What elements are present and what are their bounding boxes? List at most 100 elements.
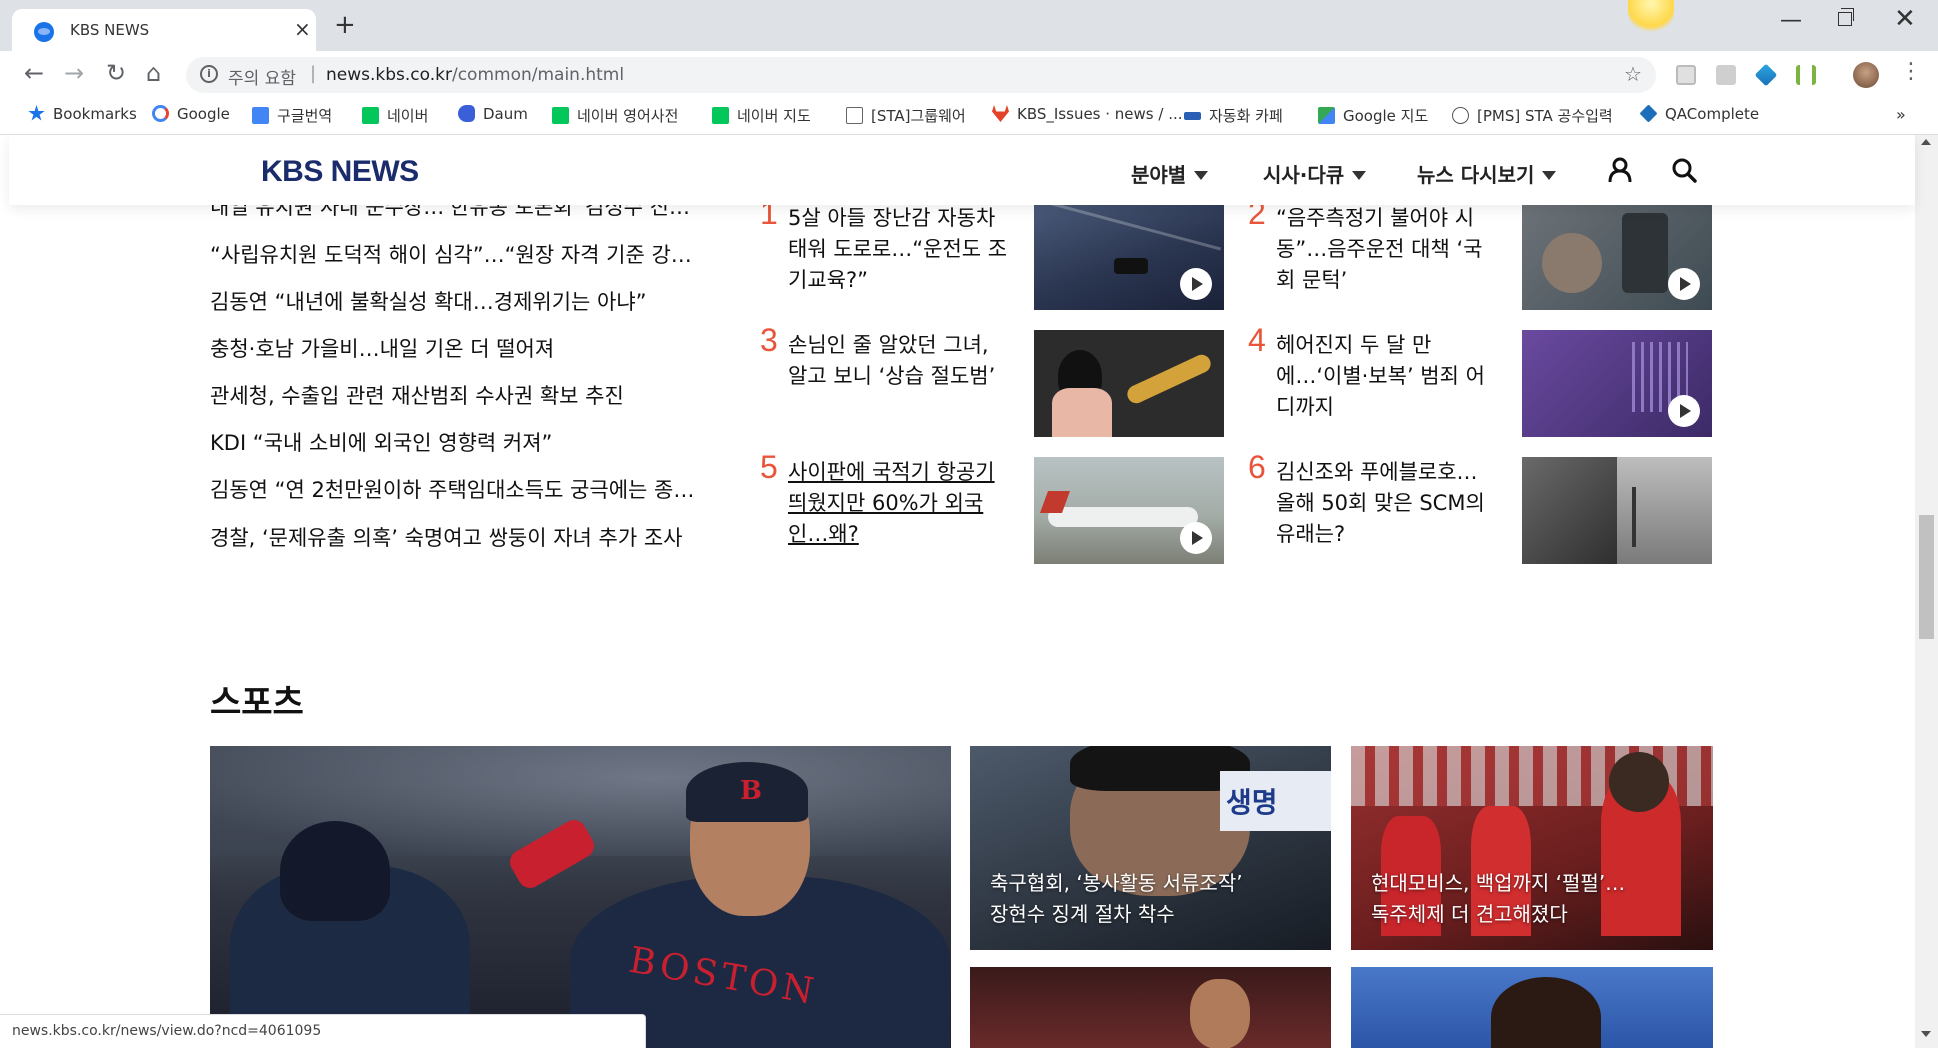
ranked-headline[interactable]: 김신조와 푸에블로호… 올해 50회 맞은 SCM의 유래는? xyxy=(1276,457,1496,550)
bookmark-item[interactable]: [STA]그룹웨어 xyxy=(846,105,966,126)
page-scrollbar[interactable] xyxy=(1915,135,1938,1048)
headline-item[interactable]: “사립유치원 도덕적 해이 심각”…“원장 자격 기준 강… xyxy=(210,239,710,269)
scroll-up-arrow-icon[interactable] xyxy=(1921,139,1931,145)
nav-news-replay[interactable]: 뉴스 다시보기 xyxy=(1417,159,1557,188)
play-icon[interactable] xyxy=(1180,268,1212,300)
ranked-thumbnail[interactable] xyxy=(1034,457,1224,564)
cafe-icon xyxy=(1184,112,1201,120)
gitlab-icon xyxy=(992,105,1009,122)
nav-category[interactable]: 분야별 xyxy=(1131,159,1209,188)
bookmarks-overflow-button[interactable]: » xyxy=(1896,105,1906,124)
headline-item[interactable]: 경찰, ‘문제유출 의혹’ 숙명여고 쌍둥이 자녀 추가 조사 xyxy=(210,522,710,552)
browser-toolbar: ← → ↻ ⌂ i 주의 요함 | news.kbs.co.kr/common/… xyxy=(0,51,1938,99)
bookmark-item[interactable]: 네이버 지도 xyxy=(712,105,811,126)
sun-decoration xyxy=(1628,0,1674,34)
headline-item[interactable]: 충청·호남 가을비…내일 기온 더 떨어져 xyxy=(210,333,710,363)
sports-main-card[interactable]: B BOSTON xyxy=(210,746,951,1048)
rank-number: 6 xyxy=(1248,449,1266,485)
bookmark-item[interactable]: Bookmarks xyxy=(28,105,137,123)
extension-cast-icon[interactable] xyxy=(1676,65,1696,85)
page-icon xyxy=(846,107,863,124)
bookmark-item[interactable]: 네이버 영어사전 xyxy=(552,105,678,126)
ranked-headline[interactable]: 헤어진지 두 달 만에…‘이별·보복’ 범죄 어디까지 xyxy=(1276,330,1496,423)
profile-avatar[interactable] xyxy=(1853,62,1879,88)
headline-item[interactable]: 김동연 “내년에 불확실성 확대…경제위기는 아냐” xyxy=(210,286,710,316)
home-button[interactable]: ⌂ xyxy=(146,59,161,87)
bookmark-item[interactable]: [PMS] STA 공수입력 xyxy=(1452,105,1613,126)
caret-down-icon xyxy=(1194,171,1209,180)
ranked-thumbnail[interactable] xyxy=(1522,330,1712,437)
info-icon[interactable]: i xyxy=(200,65,218,83)
caption-line: 현대모비스, 백업까지 ‘펄펄’… xyxy=(1371,871,1626,895)
bookmark-item[interactable]: KBS_Issues · news / ... xyxy=(992,105,1183,123)
new-tab-button[interactable]: + xyxy=(334,10,356,40)
extension-ex-icon[interactable] xyxy=(1716,65,1736,85)
search-icon[interactable] xyxy=(1671,157,1697,183)
sports-card[interactable]: 생명 축구협회, ‘봉사활동 서류조작’ 장현수 징계 절차 착수 xyxy=(970,746,1331,950)
forward-button[interactable]: → xyxy=(64,59,84,87)
sports-card[interactable] xyxy=(1351,967,1713,1048)
url-text[interactable]: news.kbs.co.kr/common/main.html xyxy=(326,65,624,85)
ranked-headline[interactable]: “음주측정기 불어야 시동”…음주운전 대책 ‘국회 문턱’ xyxy=(1276,203,1496,296)
bookmarks-bar: Bookmarks Google 구글번역 네이버 Daum 네이버 영어사전 … xyxy=(0,99,1938,135)
ranked-thumbnail[interactable] xyxy=(1522,203,1712,310)
headline-item[interactable]: KDI “국내 소비에 외국인 영향력 커져” xyxy=(210,427,710,457)
chrome-menu-icon[interactable]: ⋮ xyxy=(1900,59,1922,84)
play-icon[interactable] xyxy=(1180,522,1212,554)
translate-icon xyxy=(252,107,269,124)
bookmark-label: Bookmarks xyxy=(53,105,137,123)
sports-card[interactable] xyxy=(970,967,1331,1048)
window-minimize-button[interactable]: — xyxy=(1780,8,1802,33)
tab-close-icon[interactable]: × xyxy=(294,17,311,41)
caption-line: 독주체제 더 견고해졌다 xyxy=(1371,902,1568,926)
play-icon[interactable] xyxy=(1668,395,1700,427)
kbs-news-logo[interactable]: KBS NEWS xyxy=(261,155,419,189)
browser-tab[interactable]: KBS NEWS × xyxy=(12,9,316,51)
bookmark-item[interactable]: QAComplete xyxy=(1639,104,1760,123)
rank-number: 3 xyxy=(760,322,778,358)
bookmark-item[interactable]: 자동화 카페 xyxy=(1184,105,1283,126)
bookmark-label: QAComplete xyxy=(1665,105,1760,123)
security-warning[interactable]: 주의 요함 xyxy=(228,64,296,89)
window-restore-button[interactable] xyxy=(1838,8,1854,26)
back-button[interactable]: ← xyxy=(24,59,44,87)
scroll-down-arrow-icon[interactable] xyxy=(1921,1031,1931,1037)
headline-item[interactable]: 김동연 “연 2천만원이하 주택임대소득도 궁극에는 종… xyxy=(210,474,710,504)
sports-section-title: 스포츠 xyxy=(210,683,304,723)
user-icon[interactable] xyxy=(1607,157,1633,183)
bookmark-item[interactable]: 구글번역 xyxy=(252,105,332,126)
dict-icon xyxy=(552,107,569,124)
scrollbar-thumb[interactable] xyxy=(1919,515,1934,639)
maps-icon xyxy=(1318,107,1335,124)
extension-ladder-icon[interactable] xyxy=(1796,65,1816,85)
bookmark-item[interactable]: 네이버 xyxy=(362,105,428,126)
address-bar[interactable]: i 주의 요함 | news.kbs.co.kr/common/main.htm… xyxy=(186,57,1656,93)
ranked-headline[interactable]: 5살 아들 장난감 자동차 태워 도로로…“운전도 조기교육?” xyxy=(788,203,1008,296)
google-icon xyxy=(152,105,169,122)
url-host: news.kbs.co.kr xyxy=(326,65,452,85)
window-close-button[interactable]: ✕ xyxy=(1894,4,1916,34)
nav-label: 시사·다큐 xyxy=(1263,163,1345,187)
nav-label: 뉴스 다시보기 xyxy=(1417,163,1535,187)
sports-card[interactable]: 현대모비스, 백업까지 ‘펄펄’… 독주체제 더 견고해졌다 xyxy=(1351,746,1713,950)
headline-item[interactable]: 관세청, 수출입 관련 재산범죄 수사권 확보 추진 xyxy=(210,380,710,410)
bookmark-item[interactable]: Google 지도 xyxy=(1318,105,1428,126)
bookmark-item[interactable]: Google xyxy=(152,105,230,123)
tab-strip: KBS NEWS × + — ✕ xyxy=(0,0,1938,51)
ranked-thumbnail[interactable] xyxy=(1034,203,1224,310)
kbs-favicon-icon xyxy=(34,22,54,42)
ranked-thumbnail[interactable] xyxy=(1522,457,1712,564)
play-icon[interactable] xyxy=(1668,268,1700,300)
bookmark-item[interactable]: Daum xyxy=(458,105,528,123)
qa-icon xyxy=(1639,104,1658,123)
ranked-headline[interactable]: 손님인 줄 알았던 그녀, 알고 보니 ‘상습 절도범’ xyxy=(788,330,1008,392)
bookmark-star-icon[interactable]: ☆ xyxy=(1624,62,1642,86)
naver-icon xyxy=(712,107,729,124)
nav-label: 분야별 xyxy=(1131,163,1187,187)
ranked-thumbnail[interactable] xyxy=(1034,330,1224,437)
nav-current-affairs[interactable]: 시사·다큐 xyxy=(1263,159,1367,188)
extension-diamond-icon[interactable] xyxy=(1754,63,1778,87)
reload-button[interactable]: ↻ xyxy=(106,59,126,87)
ranked-headline[interactable]: 사이판에 국적기 항공기 띄웠지만 60%가 외국인…왜? xyxy=(788,457,1008,550)
bookmark-label: KBS_Issues · news / ... xyxy=(1017,105,1183,123)
